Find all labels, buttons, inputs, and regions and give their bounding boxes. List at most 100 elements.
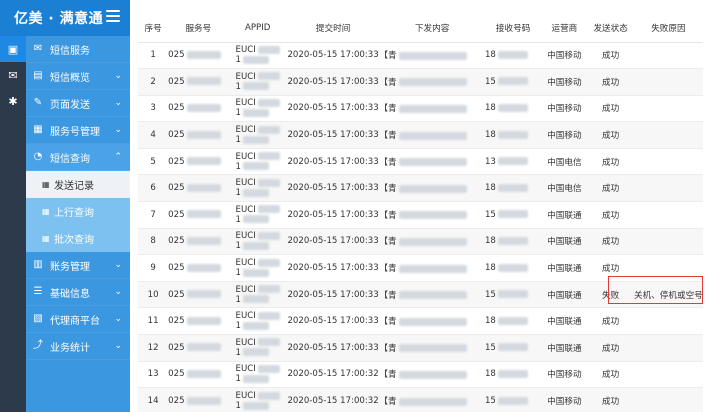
chevron-down-icon: ⌄: [114, 287, 122, 297]
rail-sms-icon[interactable]: ▣: [0, 36, 26, 62]
redacted-block: [497, 183, 528, 192]
sidebar-item-items-2[interactable]: ✎ 页面发送 ⌄: [26, 90, 130, 117]
table-row[interactable]: 8 025 EUCI 1 2020-05-15 17:00:33 【青 18 中国联通 成功: [138, 228, 703, 256]
message-content-text: 【青: [379, 237, 397, 248]
message-content-text: 【青: [379, 77, 397, 88]
sidebar-item-items-1[interactable]: ▤ 短信概览 ⌄: [26, 63, 130, 90]
receiver-number-text: 18: [484, 183, 496, 194]
sidebar-item-items-4[interactable]: ◔ 短信查询 ⌃: [26, 144, 130, 171]
receiver-number: 15: [484, 68, 542, 96]
redacted-block: [257, 152, 280, 161]
appid-bottom: 1: [236, 215, 270, 225]
submit-time-text: 2020-05-15 17:00:33: [287, 289, 379, 300]
sidebar-item-items2-1[interactable]: ☰ 基础信息 ⌄: [26, 279, 130, 306]
table-row[interactable]: 7 025 EUCI 1 2020-05-15 17:00:33 【青 15 中国联通 成功: [138, 201, 703, 229]
column-header[interactable]: 运营商: [541, 14, 588, 43]
menu-toggle-icon[interactable]: [106, 10, 120, 24]
table-row[interactable]: 1 025 EUCI 1 2020-05-15 17:00:33 【青 18 中国移动 成功: [138, 42, 703, 70]
redacted-block: [497, 130, 528, 139]
sidebar-item-items-3[interactable]: ▦ 服务号管理 ⌄: [26, 117, 130, 144]
redacted-block: [186, 343, 221, 352]
table-row[interactable]: 2 025 EUCI 1 2020-05-15 17:00:33 【青 15 中国移动 成功: [138, 68, 703, 96]
table-row[interactable]: 12 025 EUCI 1 2020-05-15 17:00:33 【青 15 中国联通 成功: [138, 334, 703, 362]
row-number-text: 8: [150, 236, 156, 247]
rail-settings-icon[interactable]: ✱: [0, 88, 26, 114]
column-header[interactable]: 失败原因: [633, 14, 703, 43]
redacted-block: [398, 51, 467, 60]
appid-stack: EUCI 1: [236, 98, 280, 118]
appid-top-text: EUCI: [235, 337, 256, 348]
table-row[interactable]: 6 025 EUCI 1 2020-05-15 17:00:33 【青 18 中国电信 成功: [138, 174, 703, 203]
column-header[interactable]: 服务号: [168, 14, 229, 43]
sidebar-item-label: 代理商平台: [50, 315, 100, 327]
redacted-block: [186, 290, 221, 299]
redacted-block: [243, 188, 270, 197]
carrier-text: 中国联通: [547, 210, 582, 221]
submit-time: 2020-05-15 17:00:33: [286, 334, 380, 362]
submenu-item-2[interactable]: ▦ 批次查询: [26, 225, 130, 252]
send-status-text: 成功: [602, 184, 620, 195]
send-status: 成功: [587, 121, 634, 149]
service-number-text: 025: [168, 76, 185, 87]
table-row[interactable]: 11 025 EUCI 1 2020-05-15 17:00:33 【青 18 中国联通 成功: [138, 307, 703, 336]
service-number-text: 025: [168, 316, 185, 327]
redacted-block: [186, 130, 221, 139]
send-status-text: 成功: [602, 370, 620, 381]
sidebar-item-items2-3[interactable]: ⤴ 业务统计 ⌄: [26, 333, 130, 360]
appid-cell: EUCI 1: [228, 201, 287, 229]
submenu-item-1[interactable]: ▦ 上行查询: [26, 198, 130, 225]
column-header[interactable]: 发送状态: [587, 14, 634, 43]
send-status-text: 成功: [602, 157, 620, 168]
appid-top: EUCI: [236, 258, 280, 268]
submenu-item-0[interactable]: ▦ 发送记录: [26, 171, 130, 198]
table-row[interactable]: 9 025 EUCI 1 2020-05-15 17:00:33 【青 18 中国联通 成功: [138, 254, 703, 282]
receiver-number: 15: [484, 334, 542, 362]
carrier: 中国移动: [541, 42, 588, 70]
receiver-number: 18: [484, 254, 542, 282]
redacted-block: [497, 369, 528, 378]
service-number-text: 025: [168, 183, 185, 194]
receiver-number-text: 15: [484, 289, 496, 300]
sidebar-item-items2-2[interactable]: ▧ 代理商平台 ⌄: [26, 306, 130, 333]
column-header[interactable]: 序号: [138, 14, 169, 43]
row-number-text: 12: [147, 342, 159, 353]
redacted-block: [398, 397, 467, 406]
column-header[interactable]: 下发内容: [379, 14, 485, 43]
receiver-number-text: 15: [484, 342, 496, 353]
table-row[interactable]: 4 025 EUCI 1 2020-05-15 17:00:33 【青 18 中国移动 成功: [138, 121, 703, 149]
table-row[interactable]: 10 025 EUCI 1 2020-05-15 17:00:33 【青 15 中国联通 失败 关…: [138, 281, 703, 309]
carrier-text: 中国移动: [547, 131, 582, 142]
send-status-text: 成功: [602, 343, 620, 354]
rail-mail-icon[interactable]: ✉: [0, 62, 26, 88]
service-number-text: 025: [168, 50, 185, 61]
table-row[interactable]: 5 025 EUCI 1 2020-05-15 17:00:33 【青 13 中国电信 成功: [138, 148, 703, 176]
redacted-block: [398, 131, 467, 140]
appid-bottom-text: 1: [235, 108, 242, 119]
carrier: 中国移动: [541, 387, 588, 412]
column-header[interactable]: APPID: [228, 14, 287, 43]
table-row[interactable]: 3 025 EUCI 1 2020-05-15 17:00:33 【青 18 中国移动 成功: [138, 95, 703, 123]
chart-icon: ▤: [33, 70, 43, 81]
appid-cell: EUCI 1: [228, 228, 287, 256]
redacted-block: [497, 316, 528, 325]
column-header[interactable]: 提交时间: [286, 14, 380, 43]
submit-time: 2020-05-15 17:00:33: [286, 95, 380, 123]
send-status: 成功: [587, 174, 634, 203]
appid-bottom-text: 1: [235, 161, 242, 172]
redacted-block: [497, 343, 528, 352]
table-row[interactable]: 13 025 EUCI 1 2020-05-15 17:00:32 【青 18 中国移动 成功: [138, 361, 703, 389]
table-row[interactable]: 14 025 EUCI 1 2020-05-15 17:00:32 【青 15 中国移动 成功: [138, 387, 703, 412]
appid-bottom: 1: [236, 135, 270, 145]
receiver-number: 18: [484, 95, 542, 123]
chevron-down-icon: ⌄: [114, 125, 122, 135]
submit-time: 2020-05-15 17:00:33: [286, 254, 380, 282]
sidebar-item-items-0[interactable]: ✉ 短信服务: [26, 36, 130, 63]
redacted-block: [497, 77, 528, 86]
send-status: 成功: [587, 254, 634, 282]
appid-top-text: EUCI: [235, 98, 256, 109]
brand-header: 亿美 · 满意通: [0, 0, 130, 36]
submit-time-text: 2020-05-15 17:00:33: [287, 156, 379, 167]
message-content-text: 【青: [379, 157, 397, 168]
sidebar-item-items2-0[interactable]: ▥ 账务管理 ⌄: [26, 252, 130, 279]
column-header[interactable]: 接收号码: [484, 14, 542, 43]
